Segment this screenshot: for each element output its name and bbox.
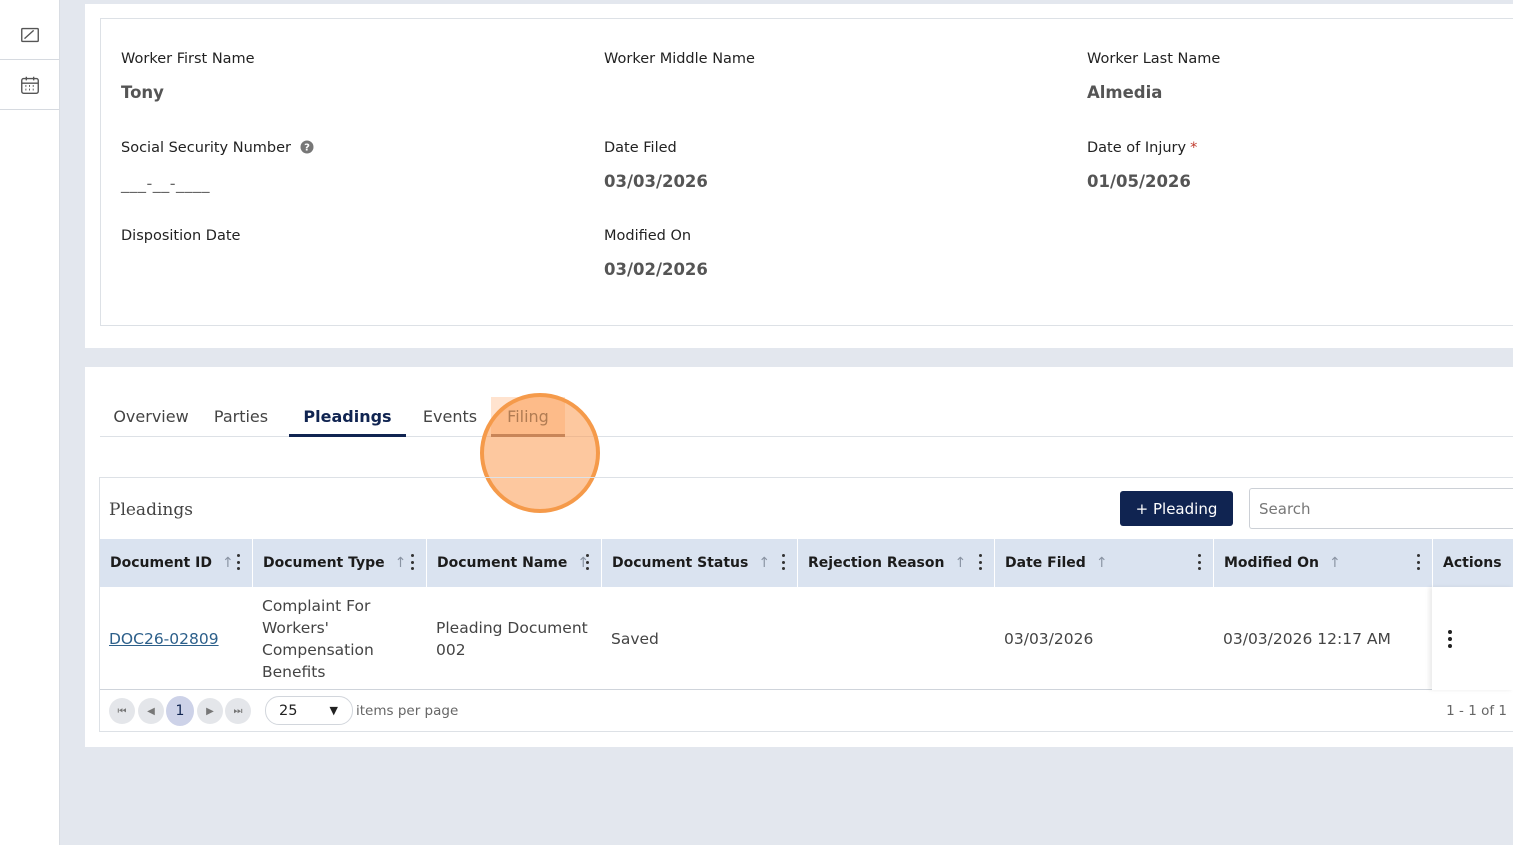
search-input[interactable] <box>1249 488 1513 529</box>
tab-overview[interactable]: Overview <box>100 397 202 437</box>
chevron-down-icon: ▼ <box>329 704 338 717</box>
last-page-icon[interactable]: ⏭ <box>225 698 251 724</box>
tab-filing[interactable]: Filing <box>491 397 565 437</box>
ssn-field: Social Security Number ? ___-__-____ <box>121 140 314 193</box>
edit-note-button[interactable] <box>0 10 59 60</box>
tab-parties[interactable]: Parties <box>205 397 277 437</box>
column-header-actions: Actions <box>1433 539 1513 587</box>
column-label: Actions <box>1443 555 1502 571</box>
grid-title: Pleadings <box>109 500 193 520</box>
column-menu-icon[interactable] <box>236 554 240 570</box>
next-page-icon[interactable]: ▶ <box>197 698 223 724</box>
page-range-text: 1 - 1 of 1 <box>1446 703 1507 719</box>
sort-arrow-icon[interactable]: ↑ <box>395 555 407 571</box>
column-label: Document Name <box>437 555 568 571</box>
cell-document-status: Saved <box>611 629 659 648</box>
table-row: DOC26-02809 Complaint For Workers' Compe… <box>100 587 1513 690</box>
column-header-document-status[interactable]: Document Status ↑ <box>602 539 798 587</box>
cell-rejection-reason <box>798 587 995 690</box>
date-filed-value: 03/03/2026 <box>604 172 708 191</box>
sort-arrow-icon[interactable]: ↑ <box>1329 555 1341 571</box>
worker-last-name-value: Almedia <box>1087 83 1163 102</box>
worker-middle-name-field: Worker Middle Name <box>604 51 755 83</box>
column-label: Document ID <box>110 555 212 571</box>
column-header-document-id[interactable]: Document ID ↑ <box>100 539 253 587</box>
column-header-rejection-reason[interactable]: Rejection Reason ↑ <box>798 539 995 587</box>
disposition-date-field: Disposition Date <box>121 228 240 260</box>
field-label: Disposition Date <box>121 228 241 244</box>
field-label: Worker Last Name <box>1087 51 1221 67</box>
tab-pleadings[interactable]: Pleadings <box>289 397 406 437</box>
field-label: Date of Injury <box>1087 140 1187 156</box>
cell-modified-on: 03/03/2026 12:17 AM <box>1223 629 1391 648</box>
tab-bar: Overview Parties Pleadings Events Filing <box>100 393 1513 513</box>
column-menu-icon[interactable] <box>978 554 982 570</box>
tab-events[interactable]: Events <box>415 397 485 437</box>
column-header-document-type[interactable]: Document Type ↑ <box>253 539 427 587</box>
worker-details-card: Worker First Name Tony Worker Middle Nam… <box>85 0 1513 348</box>
column-menu-icon[interactable] <box>1197 554 1201 570</box>
column-menu-icon[interactable] <box>781 554 785 570</box>
page-size-select[interactable]: 25 ▼ <box>265 696 353 725</box>
column-menu-icon[interactable] <box>410 554 414 570</box>
cell-document-type: Complaint For Workers' Compensation Bene… <box>262 596 374 681</box>
worker-first-name-field: Worker First Name Tony <box>121 51 255 102</box>
svg-text:?: ? <box>304 143 310 154</box>
cell-date-filed: 03/03/2026 <box>1004 629 1094 648</box>
ssn-label-row: Social Security Number ? <box>121 140 314 156</box>
page-size-value: 25 <box>279 702 298 719</box>
left-rail <box>0 0 60 845</box>
ssn-masked-value: ___-__-____ <box>121 174 211 193</box>
field-label: Modified On <box>604 228 692 244</box>
pagination: ⏮ ◀ 1 ▶ ⏭ 25 ▼ items per page 1 - 1 of 1 <box>100 691 1513 731</box>
first-page-icon[interactable]: ⏮ <box>109 698 135 724</box>
column-label: Rejection Reason <box>808 555 945 571</box>
pleadings-grid: Pleadings + Pleading Document ID ↑ Docume… <box>99 477 1513 732</box>
column-header-modified-on[interactable]: Modified On ↑ <box>1214 539 1433 587</box>
field-label: Date Filed <box>604 140 677 156</box>
sort-arrow-icon[interactable]: ↑ <box>954 555 966 571</box>
help-icon[interactable]: ? <box>300 140 314 154</box>
cell-document-name: Pleading Document 002 <box>436 618 588 659</box>
column-label: Document Type <box>263 555 385 571</box>
calendar-button[interactable] <box>0 60 59 110</box>
required-marker: * <box>1190 140 1198 156</box>
case-tabs-card: Overview Parties Pleadings Events Filing… <box>85 367 1513 747</box>
cell-document-id: DOC26-02809 <box>100 587 253 690</box>
column-menu-icon[interactable] <box>1416 554 1420 570</box>
column-menu-icon[interactable] <box>585 554 589 570</box>
prev-page-icon[interactable]: ◀ <box>138 698 164 724</box>
column-label: Modified On <box>1224 555 1320 571</box>
worker-first-name-value: Tony <box>121 83 164 102</box>
edit-note-icon <box>20 27 39 42</box>
date-filed-field: Date Filed 03/03/2026 <box>604 140 708 191</box>
modified-on-field: Modified On 03/02/2026 <box>604 228 708 279</box>
sort-arrow-icon[interactable]: ↑ <box>758 555 770 571</box>
modified-on-value: 03/02/2026 <box>604 260 708 279</box>
calendar-icon <box>20 76 39 94</box>
date-of-injury-label-row: Date of Injury * <box>1087 140 1197 156</box>
add-pleading-button[interactable]: + Pleading <box>1120 491 1233 526</box>
field-label: Worker First Name <box>121 51 255 67</box>
field-label: Social Security Number <box>121 140 291 156</box>
sort-arrow-icon[interactable]: ↑ <box>1096 555 1108 571</box>
date-of-injury-field: Date of Injury * 01/05/2026 <box>1087 140 1197 191</box>
date-of-injury-value: 01/05/2026 <box>1087 172 1191 191</box>
table-header: Document ID ↑ Document Type ↑ Document Nam… <box>100 539 1513 587</box>
page-number-button[interactable]: 1 <box>166 696 194 726</box>
column-header-document-name[interactable]: Document Name ↑ <box>427 539 602 587</box>
worker-details-panel: Worker First Name Tony Worker Middle Nam… <box>100 18 1513 326</box>
worker-last-name-field: Worker Last Name Almedia <box>1087 51 1220 102</box>
document-id-link[interactable]: DOC26-02809 <box>109 628 219 650</box>
column-label: Document Status <box>612 555 749 571</box>
sort-arrow-icon[interactable]: ↑ <box>222 555 234 571</box>
column-header-date-filed[interactable]: Date Filed ↑ <box>995 539 1214 587</box>
row-actions-menu-icon[interactable] <box>1448 629 1452 648</box>
column-label: Date Filed <box>1005 555 1086 571</box>
cell-actions <box>1432 587 1513 690</box>
page-size-label: items per page <box>356 703 459 719</box>
field-label: Worker Middle Name <box>604 51 755 67</box>
